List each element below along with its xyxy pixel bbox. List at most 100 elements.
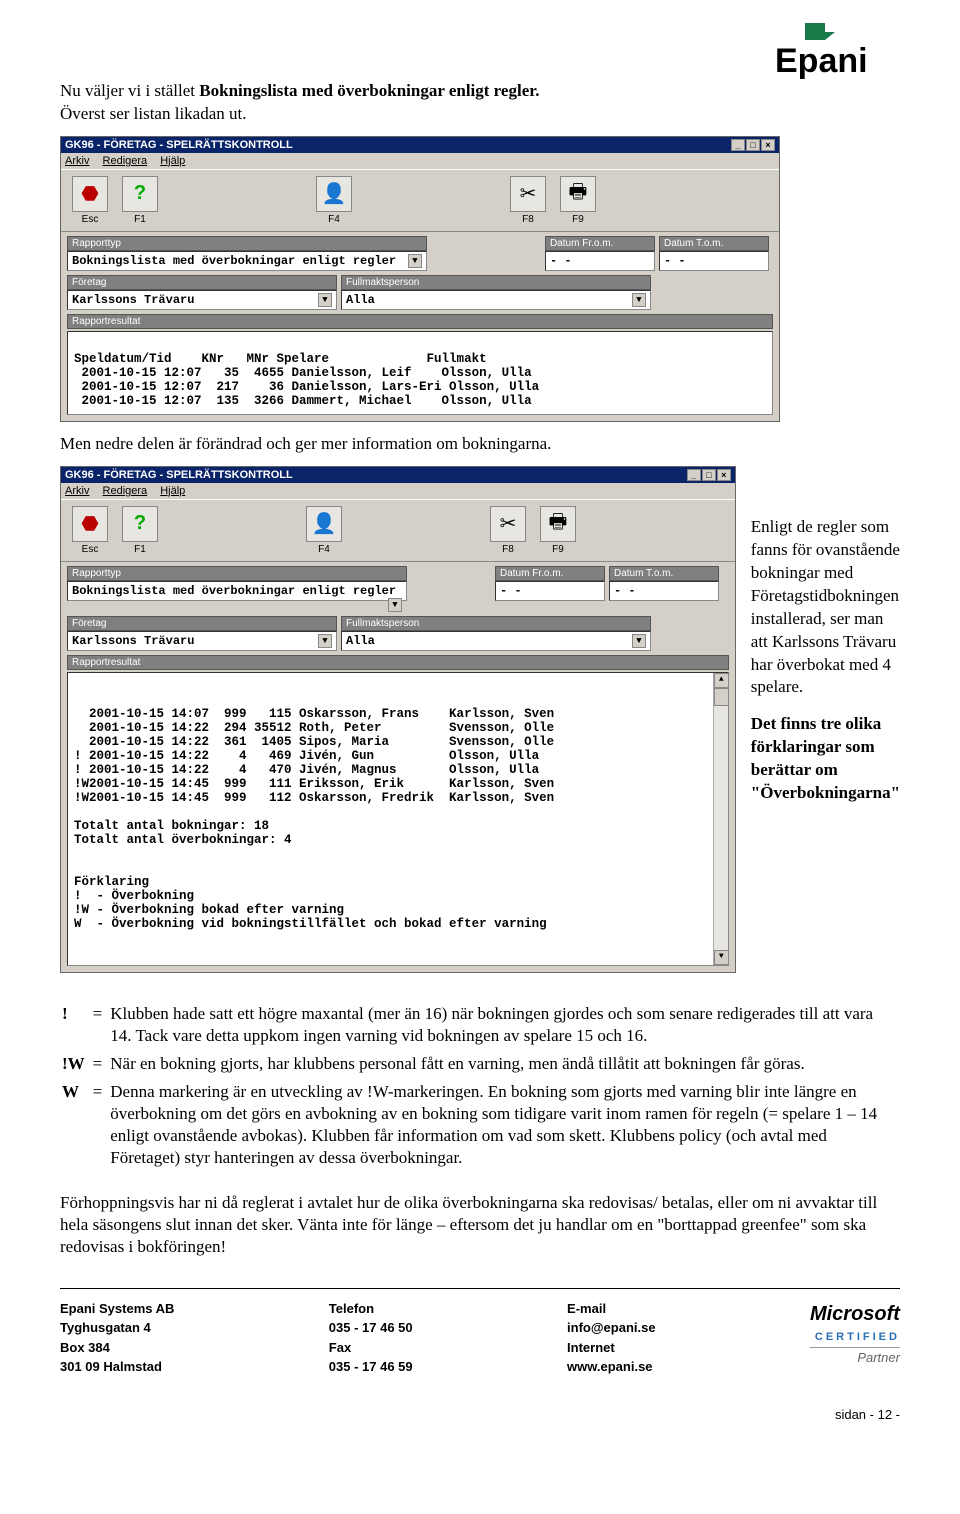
printer-icon: 🖶 <box>540 506 576 542</box>
page-number: sidan - 12 - <box>60 1407 900 1422</box>
menu-redigera[interactable]: Redigera <box>103 485 148 497</box>
rapporttyp-label: Rapporttyp <box>67 236 427 251</box>
intro-2: Överst ser listan likadan ut. <box>60 104 247 123</box>
menu-hjalp[interactable]: Hjälp <box>160 485 185 497</box>
foretag-label: Företag <box>67 616 337 631</box>
rapporttyp-select[interactable]: Bokningslista med överbokningar enligt r… <box>67 251 427 271</box>
datum-from-input[interactable]: - - <box>495 581 605 601</box>
menu-redigera[interactable]: Redigera <box>103 155 148 167</box>
chevron-down-icon: ▼ <box>408 254 422 268</box>
report-area-1: Speldatum/Tid KNr MNr Spelare Fullmakt 2… <box>67 331 773 415</box>
app-window-1: GK96 - FÖRETAG - SPELRÄTTSKONTROLL _□× A… <box>60 136 780 422</box>
toolbar: ⬣Esc ?F1 👤F4 ✂F8 🖶F9 <box>61 499 735 562</box>
window-buttons: _□× <box>730 139 775 151</box>
footer-divider <box>60 1288 900 1289</box>
intro-text: Nu väljer vi i stället Bokningslista med… <box>60 80 900 126</box>
menubar: Arkiv Redigera Hjälp <box>61 153 779 169</box>
page-footer: Epani Systems AB Tyghusgatan 4 Box 384 3… <box>60 1299 900 1377</box>
rapporttyp-select[interactable]: Bokningslista med överbokningar enligt r… <box>67 581 407 601</box>
datum-from-input[interactable]: - - <box>545 251 655 271</box>
intro-1b: Bokningslista med överbokningar enligt r… <box>199 81 539 100</box>
f9-button[interactable]: 🖶F9 <box>535 506 581 555</box>
help-icon: ? <box>122 506 158 542</box>
chevron-down-icon: ▼ <box>318 293 332 307</box>
titlebar: GK96 - FÖRETAG - SPELRÄTTSKONTROLL _□× <box>61 137 779 153</box>
epani-logo: Epani <box>775 20 905 85</box>
eraser-icon: ✂ <box>490 506 526 542</box>
window-title: GK96 - FÖRETAG - SPELRÄTTSKONTROLL <box>65 469 293 481</box>
scroll-thumb[interactable] <box>714 688 729 706</box>
f1-button[interactable]: ?F1 <box>117 176 163 225</box>
menu-hjalp[interactable]: Hjälp <box>160 155 185 167</box>
side-commentary: Enligt de regler som fanns för ovanståen… <box>751 466 900 819</box>
scroll-up-icon[interactable]: ▲ <box>714 673 729 688</box>
maximize-icon[interactable]: □ <box>746 139 760 151</box>
chevron-down-icon: ▼ <box>632 293 646 307</box>
close-icon[interactable]: × <box>761 139 775 151</box>
rapportresultat-label: Rapportresultat <box>67 655 729 670</box>
footer-net: E-mail info@epani.se Internet www.epani.… <box>567 1299 656 1377</box>
side-para-1: Enligt de regler som fanns för ovanståen… <box>751 516 900 700</box>
esc-button[interactable]: ⬣Esc <box>67 176 113 225</box>
scrollbar[interactable]: ▲ ▼ <box>713 673 728 965</box>
menubar: Arkiv Redigera Hjälp <box>61 483 735 499</box>
microsoft-certified-logo: Microsoft CERTIFIED Partner <box>810 1299 900 1368</box>
chevron-down-icon: ▼ <box>388 598 402 612</box>
closing-para: Förhoppningsvis har ni då reglerat i avt… <box>60 1192 900 1258</box>
foretag-select[interactable]: Karlssons Trävaru▼ <box>67 631 337 651</box>
printer-icon: 🖶 <box>560 176 596 212</box>
fullmakt-select[interactable]: Alla▼ <box>341 631 651 651</box>
app-window-2: GK96 - FÖRETAG - SPELRÄTTSKONTROLL _□× A… <box>60 466 736 973</box>
foretag-label: Företag <box>67 275 337 290</box>
legend-row: W=Denna markering är en utveckling av !W… <box>62 1081 898 1173</box>
maximize-icon[interactable]: □ <box>702 469 716 481</box>
minimize-icon[interactable]: _ <box>731 139 745 151</box>
datum-tom-label: Datum T.o.m. <box>609 566 719 581</box>
f4-button[interactable]: 👤F4 <box>301 506 347 555</box>
minimize-icon[interactable]: _ <box>687 469 701 481</box>
f4-button[interactable]: 👤F4 <box>311 176 357 225</box>
intro-1a: Nu väljer vi i stället <box>60 81 199 100</box>
legend-text: Denna markering är en utveckling av !W-m… <box>110 1081 898 1173</box>
datum-tom-label: Datum T.o.m. <box>659 236 769 251</box>
person-icon: 👤 <box>306 506 342 542</box>
stop-icon: ⬣ <box>72 176 108 212</box>
datum-tom-input[interactable]: - - <box>659 251 769 271</box>
stop-icon: ⬣ <box>72 506 108 542</box>
window-title: GK96 - FÖRETAG - SPELRÄTTSKONTROLL <box>65 139 293 151</box>
rapporttyp-label: Rapporttyp <box>67 566 407 581</box>
foretag-select[interactable]: Karlssons Trävaru▼ <box>67 290 337 310</box>
svg-text:Epani: Epani <box>775 42 868 80</box>
legend-row: !=Klubben hade satt ett högre maxantal (… <box>62 1003 898 1051</box>
chevron-down-icon: ▼ <box>632 634 646 648</box>
window-buttons: _□× <box>686 469 731 481</box>
titlebar: GK96 - FÖRETAG - SPELRÄTTSKONTROLL _□× <box>61 467 735 483</box>
person-icon: 👤 <box>316 176 352 212</box>
eraser-icon: ✂ <box>510 176 546 212</box>
footer-company: Epani Systems AB Tyghusgatan 4 Box 384 3… <box>60 1299 174 1377</box>
legend-text: När en bokning gjorts, har klubbens pers… <box>110 1053 898 1079</box>
f8-button[interactable]: ✂F8 <box>505 176 551 225</box>
datum-from-label: Datum Fr.o.m. <box>495 566 605 581</box>
report-area-2: 2001-10-15 14:07 999 115 Oskarsson, Fran… <box>67 672 729 966</box>
esc-button[interactable]: ⬣Esc <box>67 506 113 555</box>
f8-button[interactable]: ✂F8 <box>485 506 531 555</box>
close-icon[interactable]: × <box>717 469 731 481</box>
menu-arkiv[interactable]: Arkiv <box>65 485 89 497</box>
menu-arkiv[interactable]: Arkiv <box>65 155 89 167</box>
fullmakt-label: Fullmaktsperson <box>341 616 651 631</box>
f1-button[interactable]: ?F1 <box>117 506 163 555</box>
toolbar: ⬣Esc ?F1 👤F4 ✂F8 🖶F9 <box>61 169 779 232</box>
legend-row: !W=När en bokning gjorts, har klubbens p… <box>62 1053 898 1079</box>
footer-phone: Telefon 035 - 17 46 50 Fax 035 - 17 46 5… <box>329 1299 413 1377</box>
datum-tom-input[interactable]: - - <box>609 581 719 601</box>
f9-button[interactable]: 🖶F9 <box>555 176 601 225</box>
rapportresultat-label: Rapportresultat <box>67 314 773 329</box>
fullmakt-select[interactable]: Alla▼ <box>341 290 651 310</box>
datum-from-label: Datum Fr.o.m. <box>545 236 655 251</box>
fullmakt-label: Fullmaktsperson <box>341 275 651 290</box>
legend-text: Klubben hade satt ett högre maxantal (me… <box>110 1003 898 1051</box>
scroll-down-icon[interactable]: ▼ <box>714 950 729 965</box>
chevron-down-icon: ▼ <box>318 634 332 648</box>
legend-table: !=Klubben hade satt ett högre maxantal (… <box>60 1001 900 1176</box>
